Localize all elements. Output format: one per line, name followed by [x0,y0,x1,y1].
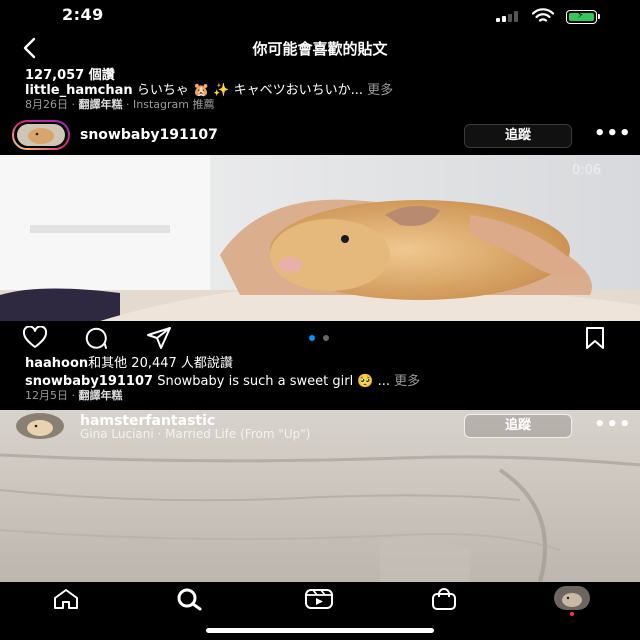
post1-video[interactable] [0,155,640,321]
post1-username[interactable]: snowbaby191107 [80,127,218,143]
post1-follow-button[interactable]: 追蹤 [464,124,572,148]
post2-avatar[interactable] [16,413,64,439]
page-title: 你可能會喜歡的貼文 [252,40,388,58]
comment-icon[interactable] [84,326,108,350]
prev-post-meta: 8月26日 · 翻譯年糕 · Instagram 推薦 [25,98,215,111]
video-duration: 0:06 [572,163,602,178]
prev-post-translate-link[interactable]: 翻譯年糕 [79,98,123,111]
post1-caption-text: Snowbaby is such a sweet girl 🥺 ... [153,374,391,389]
post1-more-link[interactable]: 更多 [394,374,420,389]
post2-more-options-icon[interactable]: ••• [594,414,632,435]
home-icon[interactable] [52,588,80,610]
post1-avatar-ring[interactable] [12,120,70,150]
prev-post-date: 8月26日 [25,98,68,111]
post1-likes[interactable]: haahoon和其他 20,447 人都說讚 [25,352,233,371]
carousel-dot [323,335,329,341]
save-bookmark-icon[interactable] [584,326,606,350]
prev-post-source: Instagram 推薦 [133,98,215,111]
share-send-icon[interactable] [146,326,172,350]
post1-meta: 12月5日 · 翻譯年糕 [25,389,123,402]
prev-post-more-link[interactable]: 更多 [367,83,393,98]
post1-more-options-icon[interactable]: ••• [594,123,632,144]
like-heart-icon[interactable] [22,326,48,350]
cellular-signal-icon [496,11,518,22]
profile-avatar[interactable] [554,586,590,610]
post1-date: 12月5日 [25,389,68,402]
shop-icon[interactable] [430,587,458,611]
home-indicator [206,628,434,633]
status-time: 2:49 [62,5,104,24]
reels-icon[interactable] [304,588,334,610]
liked-by-others: 和其他 20,447 人都說讚 [88,356,233,371]
liked-by-username[interactable]: haahoon [25,356,88,371]
post2-audio-track[interactable]: Gina Luciani · Married Life (From "Up") [80,427,310,441]
wifi-icon [532,8,554,22]
post2-follow-button[interactable]: 追蹤 [464,414,572,438]
search-icon[interactable] [176,587,204,611]
carousel-dot-active [309,335,315,341]
battery-charging-icon: ⚡ [566,10,600,24]
post1-translate-link[interactable]: 翻譯年糕 [79,389,123,402]
profile-notification-dot [570,612,574,616]
